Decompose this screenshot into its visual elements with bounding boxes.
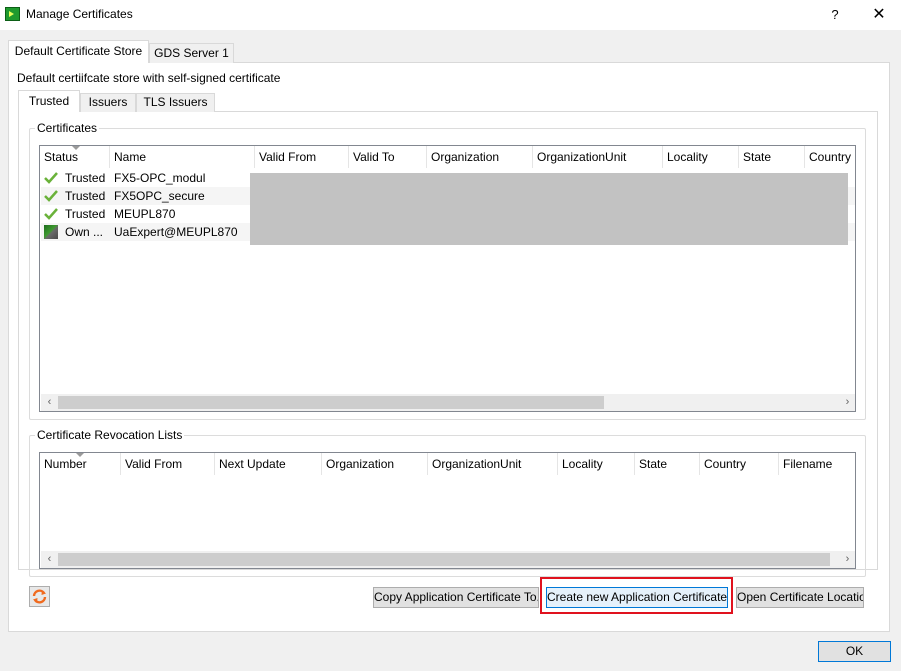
scroll-right-icon[interactable]: › — [839, 394, 855, 411]
cell-status: Trusted — [65, 171, 106, 185]
help-button[interactable]: ? — [823, 4, 847, 26]
tab-trusted[interactable]: Trusted — [18, 90, 80, 112]
certificates-group-title: Certificates — [35, 121, 100, 135]
open-certificate-location-button[interactable]: Open Certificate Location — [736, 587, 864, 608]
scrollbar-thumb[interactable] — [58, 553, 830, 566]
column-header-organization-unit[interactable]: OrganizationUnit — [428, 453, 558, 475]
store-description: Default certiifcate store with self-sign… — [17, 71, 281, 85]
column-header-next-update[interactable]: Next Update — [215, 453, 322, 475]
column-header-valid-from[interactable]: Valid From — [255, 146, 349, 168]
redacted-area — [250, 173, 848, 245]
scrollbar-thumb[interactable] — [58, 396, 604, 409]
certificates-table[interactable]: Status Name Valid From Valid To Organiza… — [39, 145, 856, 412]
refresh-icon — [32, 589, 47, 604]
crl-table[interactable]: Number Valid From Next Update Organizati… — [39, 452, 856, 569]
certificates-horizontal-scrollbar[interactable]: ‹ › — [41, 394, 855, 411]
column-header-state[interactable]: State — [739, 146, 805, 168]
app-icon — [5, 7, 20, 21]
cell-status: Trusted — [65, 207, 106, 221]
cell-name: MEUPL870 — [114, 207, 176, 221]
column-header-name[interactable]: Name — [110, 146, 255, 168]
column-header-organization-unit[interactable]: OrganizationUnit — [533, 146, 663, 168]
scroll-left-icon[interactable]: ‹ — [41, 551, 58, 568]
ok-button[interactable]: OK — [818, 641, 891, 662]
column-header-country[interactable]: Country — [805, 146, 855, 168]
cell-name: FX5-OPC_modul — [114, 171, 206, 185]
check-icon — [44, 190, 58, 202]
column-header-status[interactable]: Status — [40, 146, 110, 168]
check-icon — [44, 208, 58, 220]
column-header-filename[interactable]: Filename — [779, 453, 855, 475]
copy-application-certificate-button[interactable]: Copy Application Certificate To... — [373, 587, 539, 608]
cell-name: FX5OPC_secure — [114, 189, 205, 203]
column-header-organization[interactable]: Organization — [322, 453, 428, 475]
crl-horizontal-scrollbar[interactable]: ‹ › — [41, 551, 855, 568]
tab-gds-server-1[interactable]: GDS Server 1 — [149, 43, 234, 63]
title-bar — [0, 0, 901, 30]
column-header-valid-to[interactable]: Valid To — [349, 146, 427, 168]
highlight-annotation — [540, 577, 733, 614]
crl-group-title: Certificate Revocation Lists — [35, 428, 185, 442]
column-header-locality[interactable]: Locality — [663, 146, 739, 168]
column-header-organization[interactable]: Organization — [427, 146, 533, 168]
certificates-table-header: Status Name Valid From Valid To Organiza… — [40, 146, 855, 168]
tab-default-certificate-store[interactable]: Default Certificate Store — [8, 40, 149, 63]
scroll-left-icon[interactable]: ‹ — [41, 394, 58, 411]
tab-tls-issuers[interactable]: TLS Issuers — [136, 93, 215, 112]
scroll-right-icon[interactable]: › — [839, 551, 855, 568]
check-icon — [44, 172, 58, 184]
refresh-button[interactable] — [29, 586, 50, 607]
column-header-state[interactable]: State — [635, 453, 700, 475]
crl-table-header: Number Valid From Next Update Organizati… — [40, 453, 855, 475]
own-certificate-icon — [44, 225, 58, 239]
tab-issuers[interactable]: Issuers — [80, 93, 136, 112]
column-header-country[interactable]: Country — [700, 453, 779, 475]
window-title: Manage Certificates — [26, 7, 133, 21]
column-header-locality[interactable]: Locality — [558, 453, 635, 475]
cell-status: Own ... — [65, 225, 104, 239]
cell-name: UaExpert@MEUPL870 — [114, 225, 238, 239]
column-header-valid-from[interactable]: Valid From — [121, 453, 215, 475]
close-button[interactable]: ✕ — [866, 4, 892, 26]
cell-status: Trusted — [65, 189, 106, 203]
column-header-number[interactable]: Number — [40, 453, 121, 475]
